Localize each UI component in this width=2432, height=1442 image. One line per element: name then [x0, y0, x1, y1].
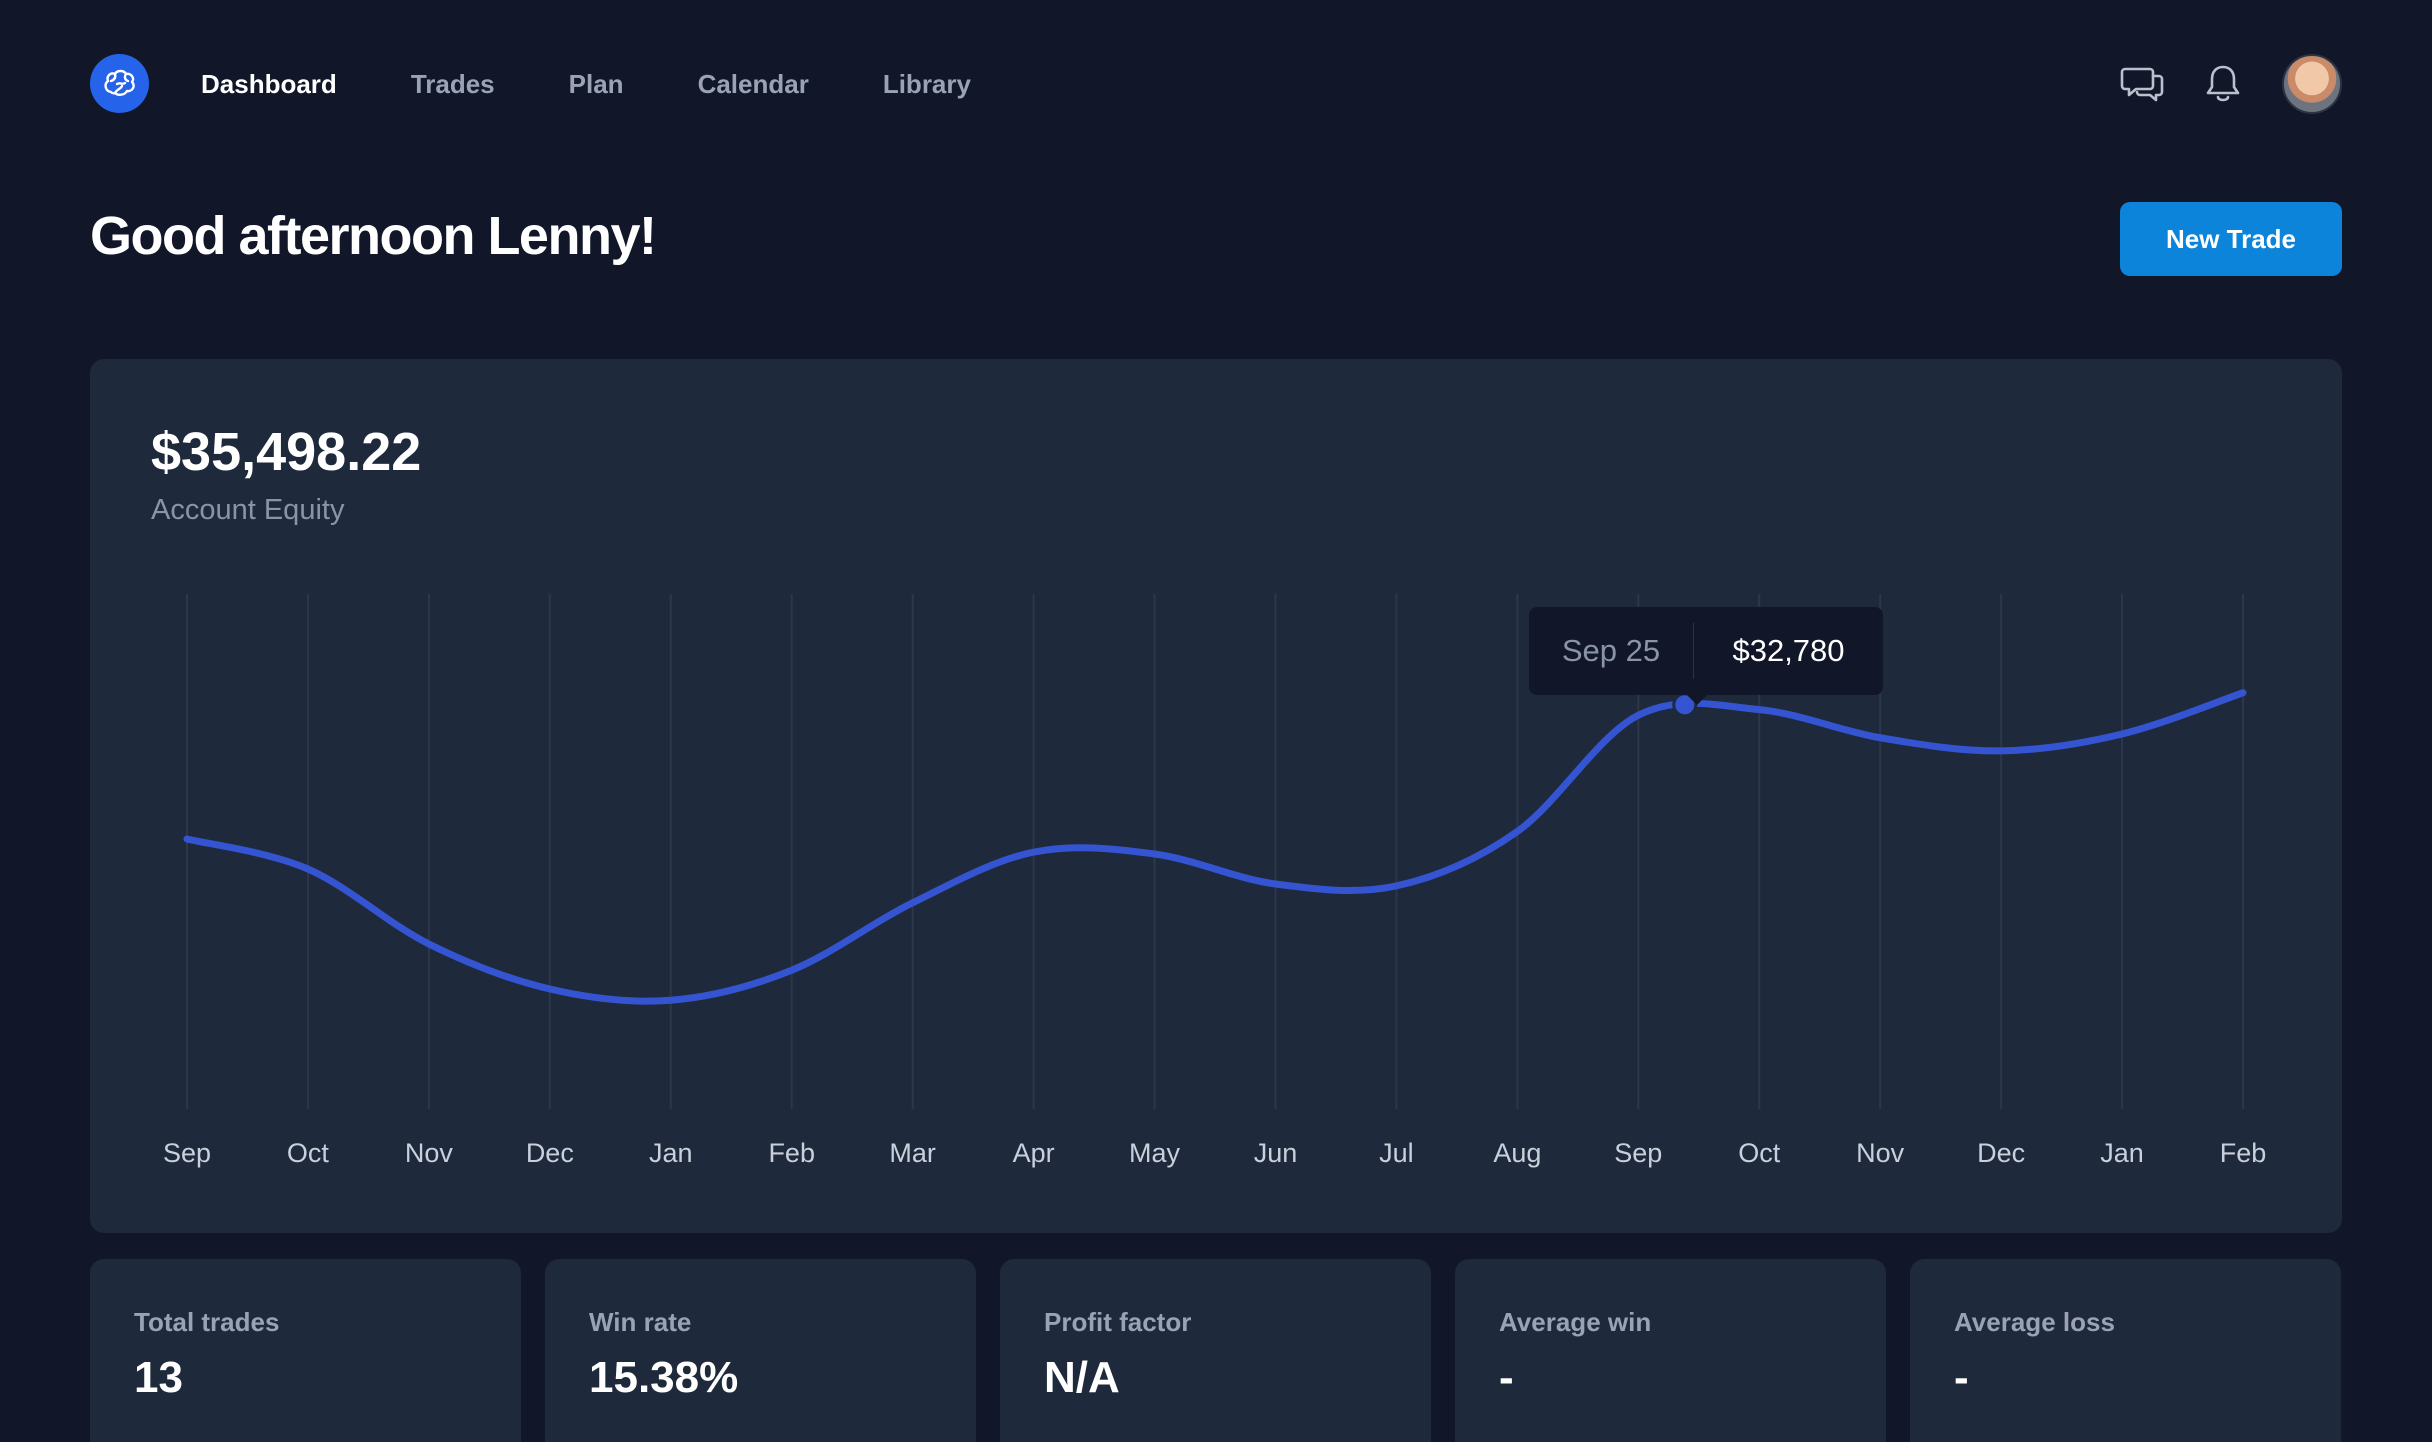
- new-trade-button[interactable]: New Trade: [2120, 202, 2342, 276]
- nav-actions: [2120, 54, 2342, 114]
- x-tick-label: Dec: [526, 1138, 574, 1168]
- x-tick-label: Jan: [649, 1138, 693, 1168]
- x-tick-label: Jun: [1254, 1138, 1298, 1168]
- x-tick-label: May: [1129, 1138, 1181, 1168]
- stat-label: Win rate: [589, 1307, 692, 1337]
- nav-link-calendar[interactable]: Calendar: [698, 70, 809, 98]
- chat-icon[interactable]: [2120, 62, 2164, 106]
- top-nav: Dashboard Trades Plan Calendar Library: [90, 54, 2342, 114]
- x-tick-label: Jul: [1379, 1138, 1414, 1168]
- equity-card: $35,498.22 Account Equity Sep Oct Nov Dec Ja…: [90, 359, 2342, 1233]
- stat-value: -: [1499, 1353, 1514, 1402]
- brain-icon[interactable]: [90, 54, 149, 113]
- tooltip-value: $32,780: [1732, 633, 1845, 668]
- x-tick-label: Nov: [1856, 1138, 1905, 1168]
- nav-link-plan[interactable]: Plan: [569, 70, 624, 98]
- x-tick-label: Sep: [163, 1138, 211, 1168]
- x-tick-label: Feb: [768, 1138, 815, 1168]
- stat-label: Profit factor: [1044, 1307, 1192, 1337]
- chart-tooltip: Sep 25 $32,780: [1529, 607, 1883, 705]
- nav-link-dashboard[interactable]: Dashboard: [201, 70, 337, 98]
- stat-value: N/A: [1044, 1353, 1120, 1402]
- stat-value: -: [1954, 1353, 1969, 1402]
- stat-value: 15.38%: [589, 1353, 739, 1402]
- equity-series-line: [183, 689, 2247, 1005]
- stat-card-average-win: Average win -: [1455, 1259, 1886, 1442]
- x-tick-label: Aug: [1493, 1138, 1541, 1168]
- nav-links: Dashboard Trades Plan Calendar Library: [201, 70, 1045, 98]
- dashboard-page: Dashboard Trades Plan Calendar Library G…: [0, 0, 2432, 1442]
- tooltip-date: Sep 25: [1561, 633, 1661, 668]
- x-tick-label: Oct: [1738, 1138, 1781, 1168]
- stats-row: Total trades 13 Win rate 15.38% Profit f…: [90, 1259, 2342, 1442]
- stat-card-average-loss: Average loss -: [1910, 1259, 2341, 1442]
- equity-chart[interactable]: Sep Oct Nov Dec Jan Feb Mar Apr May Jun Jul Aug Sep O…: [90, 359, 2342, 1233]
- stat-card-win-rate: Win rate 15.38%: [545, 1259, 976, 1442]
- x-tick-label: Apr: [1013, 1138, 1055, 1168]
- x-tick-label: Nov: [405, 1138, 454, 1168]
- page-title: Good afternoon Lenny!: [90, 206, 657, 266]
- x-tick-label: Feb: [2220, 1138, 2267, 1168]
- stat-label: Total trades: [134, 1307, 280, 1337]
- x-tick-label: Sep: [1614, 1138, 1662, 1168]
- stat-card-total-trades: Total trades 13: [90, 1259, 521, 1442]
- stat-label: Average win: [1499, 1307, 1652, 1337]
- bell-icon[interactable]: [2201, 62, 2245, 106]
- stat-label: Average loss: [1954, 1307, 2115, 1337]
- avatar[interactable]: [2282, 54, 2342, 114]
- x-tick-label: Oct: [287, 1138, 330, 1168]
- x-tick-label: Dec: [1977, 1138, 2025, 1168]
- x-tick-label: Mar: [889, 1138, 936, 1168]
- stat-value: 13: [134, 1353, 183, 1402]
- nav-link-trades[interactable]: Trades: [411, 70, 495, 98]
- stat-card-profit-factor: Profit factor N/A: [1000, 1259, 1431, 1442]
- x-tick-label: Jan: [2100, 1138, 2144, 1168]
- nav-link-library[interactable]: Library: [883, 70, 971, 98]
